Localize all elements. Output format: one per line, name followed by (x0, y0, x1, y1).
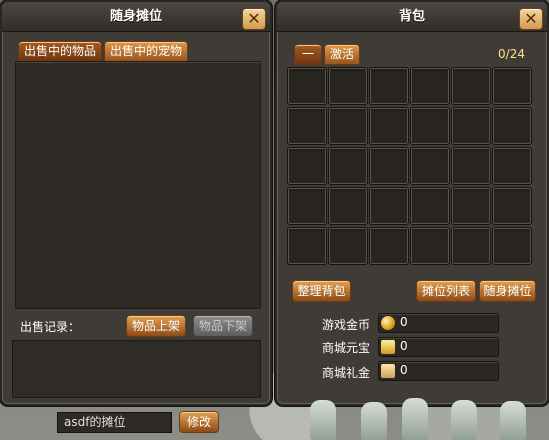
mall-gift-label: 商城礼金 (322, 366, 371, 380)
background-figure (310, 400, 336, 440)
backpack-slot[interactable] (451, 107, 491, 145)
game-gold-box: 0 (378, 313, 499, 333)
backpack-slot[interactable] (410, 227, 450, 265)
tab-selling-items[interactable]: 出售中的物品 (18, 41, 103, 62)
list-item-button[interactable]: 物品上架 (126, 315, 186, 337)
backpack-slot[interactable] (287, 107, 327, 145)
tab-activate[interactable]: 激活 (324, 44, 361, 65)
backpack-slot[interactable] (451, 147, 491, 185)
backpack-slot[interactable] (451, 187, 491, 225)
mall-ingot-box: 0 (378, 337, 499, 357)
sales-record-label: 出售记录： (20, 320, 81, 334)
backpack-slot[interactable] (328, 107, 368, 145)
backpack-slot[interactable] (369, 147, 409, 185)
backpack-slot[interactable] (492, 227, 532, 265)
mall-ingot-value: 0 (400, 339, 408, 353)
sales-record-area (12, 340, 261, 398)
backpack-grid (287, 67, 535, 269)
stall-list-button[interactable]: 摊位列表 (416, 280, 476, 302)
backpack-slot[interactable] (328, 227, 368, 265)
backpack-slot[interactable] (369, 107, 409, 145)
backpack-slot[interactable] (410, 67, 450, 105)
backpack-slot[interactable] (369, 67, 409, 105)
background-figure (451, 400, 477, 440)
gift-money-icon (381, 364, 395, 378)
backpack-slot[interactable] (287, 147, 327, 185)
backpack-slot[interactable] (287, 67, 327, 105)
modify-button[interactable]: 修改 (179, 411, 219, 433)
game-gold-label: 游戏金币 (322, 318, 371, 332)
background-figures (306, 397, 549, 440)
backpack-slot[interactable] (492, 107, 532, 145)
mall-gift-value: 0 (400, 363, 408, 377)
close-icon[interactable]: ✕ (242, 8, 266, 30)
backpack-slot[interactable] (287, 227, 327, 265)
background-figure (361, 402, 387, 440)
backpack-slot[interactable] (369, 187, 409, 225)
backpack-slot[interactable] (287, 187, 327, 225)
backpack-slot[interactable] (410, 187, 450, 225)
selling-items-list (15, 61, 261, 309)
background-figure (402, 398, 428, 440)
backpack-slot[interactable] (328, 187, 368, 225)
backpack-slot[interactable] (369, 227, 409, 265)
portable-stall-button[interactable]: 随身摊位 (479, 280, 536, 302)
backpack-slot[interactable] (492, 67, 532, 105)
backpack-slot[interactable] (492, 147, 532, 185)
backpack-slot[interactable] (410, 147, 450, 185)
mall-ingot-label: 商城元宝 (322, 341, 371, 355)
tab-page-one[interactable]: 一 (294, 44, 322, 65)
sort-backpack-button[interactable]: 整理背包 (292, 280, 351, 302)
backpack-slot[interactable] (492, 187, 532, 225)
backpack-slot[interactable] (328, 147, 368, 185)
window-title: 背包 (277, 2, 547, 32)
backpack-slot[interactable] (451, 67, 491, 105)
close-icon[interactable]: ✕ (519, 8, 543, 30)
backpack-slot[interactable] (451, 227, 491, 265)
game-gold-value: 0 (400, 315, 408, 329)
backpack-slot[interactable] (328, 67, 368, 105)
delist-item-button[interactable]: 物品下架 (193, 315, 253, 337)
backpack-slot[interactable] (410, 107, 450, 145)
gold-coin-icon (381, 316, 395, 330)
tab-selling-pets[interactable]: 出售中的宠物 (104, 41, 189, 62)
mall-gift-box: 0 (378, 361, 499, 381)
window-title: 随身摊位 (2, 2, 270, 32)
background-figure (500, 401, 526, 440)
backpack-capacity: 0/24 (498, 47, 525, 61)
ingot-icon (381, 340, 395, 354)
stall-name-field[interactable]: asdf的摊位 (57, 412, 172, 433)
